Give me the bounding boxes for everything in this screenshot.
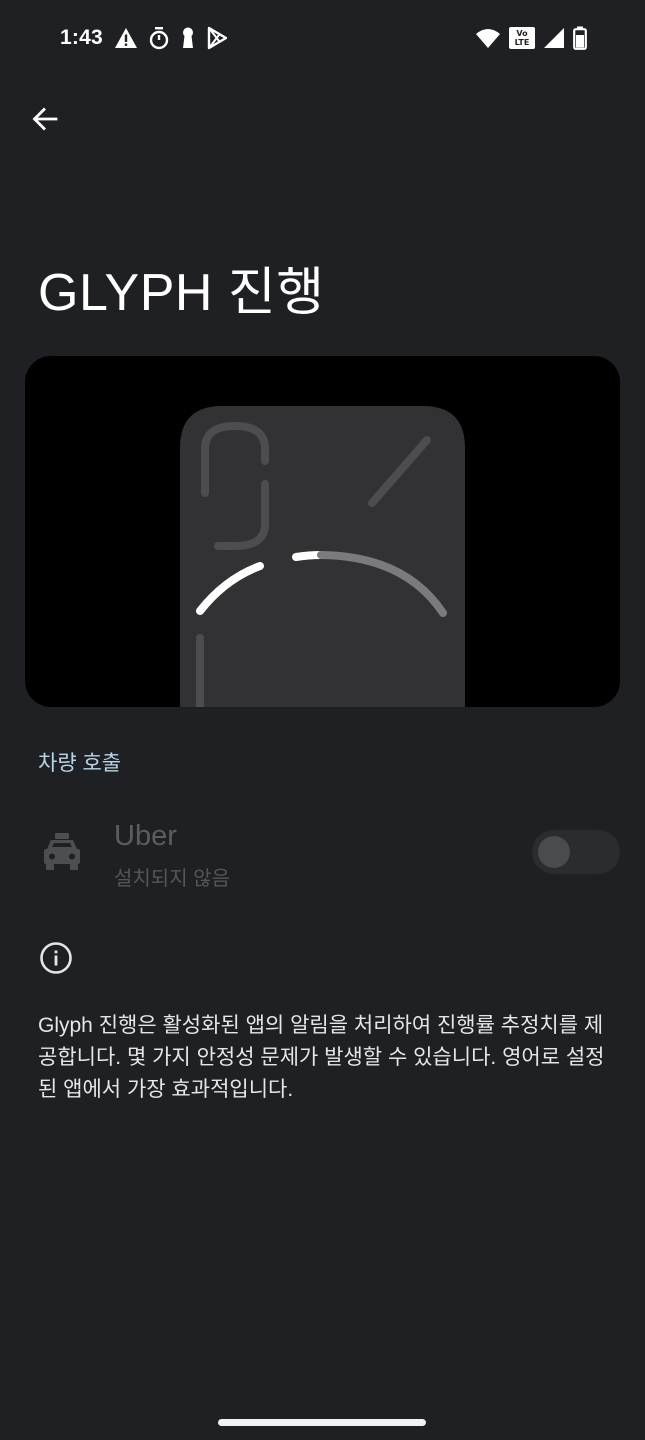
- gesture-navigation-handle[interactable]: [218, 1419, 426, 1426]
- app-install-status: 설치되지 않음: [114, 868, 230, 890]
- back-arrow-icon: [30, 104, 60, 134]
- play-store-icon: [206, 26, 228, 50]
- uber-toggle-switch[interactable]: [532, 830, 620, 874]
- warning-icon: [114, 27, 138, 49]
- status-time: 1:43: [60, 26, 103, 49]
- wifi-icon: [475, 27, 501, 49]
- status-bar: 1:43 Vo LTE: [0, 0, 645, 76]
- status-icons-left: [114, 26, 228, 50]
- status-icons-right: Vo LTE: [475, 26, 587, 50]
- app-name: Uber: [114, 820, 177, 852]
- keyhole-icon: [180, 26, 196, 50]
- page-title: GLYPH 진행: [38, 264, 325, 322]
- stopwatch-icon: [148, 26, 170, 50]
- taxi-icon: [40, 830, 84, 874]
- info-description: Glyph 진행은 활성화된 앱의 알림을 처리하여 진행률 추정치를 제공합니…: [38, 1014, 605, 1101]
- battery-icon: [573, 26, 587, 50]
- info-icon: [39, 941, 73, 975]
- toggle-thumb: [538, 836, 570, 868]
- section-header-ride-hailing: 차량 호출: [38, 752, 122, 775]
- glyph-preview-illustration: [25, 356, 620, 707]
- signal-icon: [543, 27, 565, 49]
- phone-back-illustration: [180, 406, 465, 707]
- app-row-uber[interactable]: Uber 설치되지 않음: [0, 808, 645, 904]
- back-button[interactable]: [24, 98, 66, 140]
- volte-icon: Vo LTE: [509, 27, 535, 49]
